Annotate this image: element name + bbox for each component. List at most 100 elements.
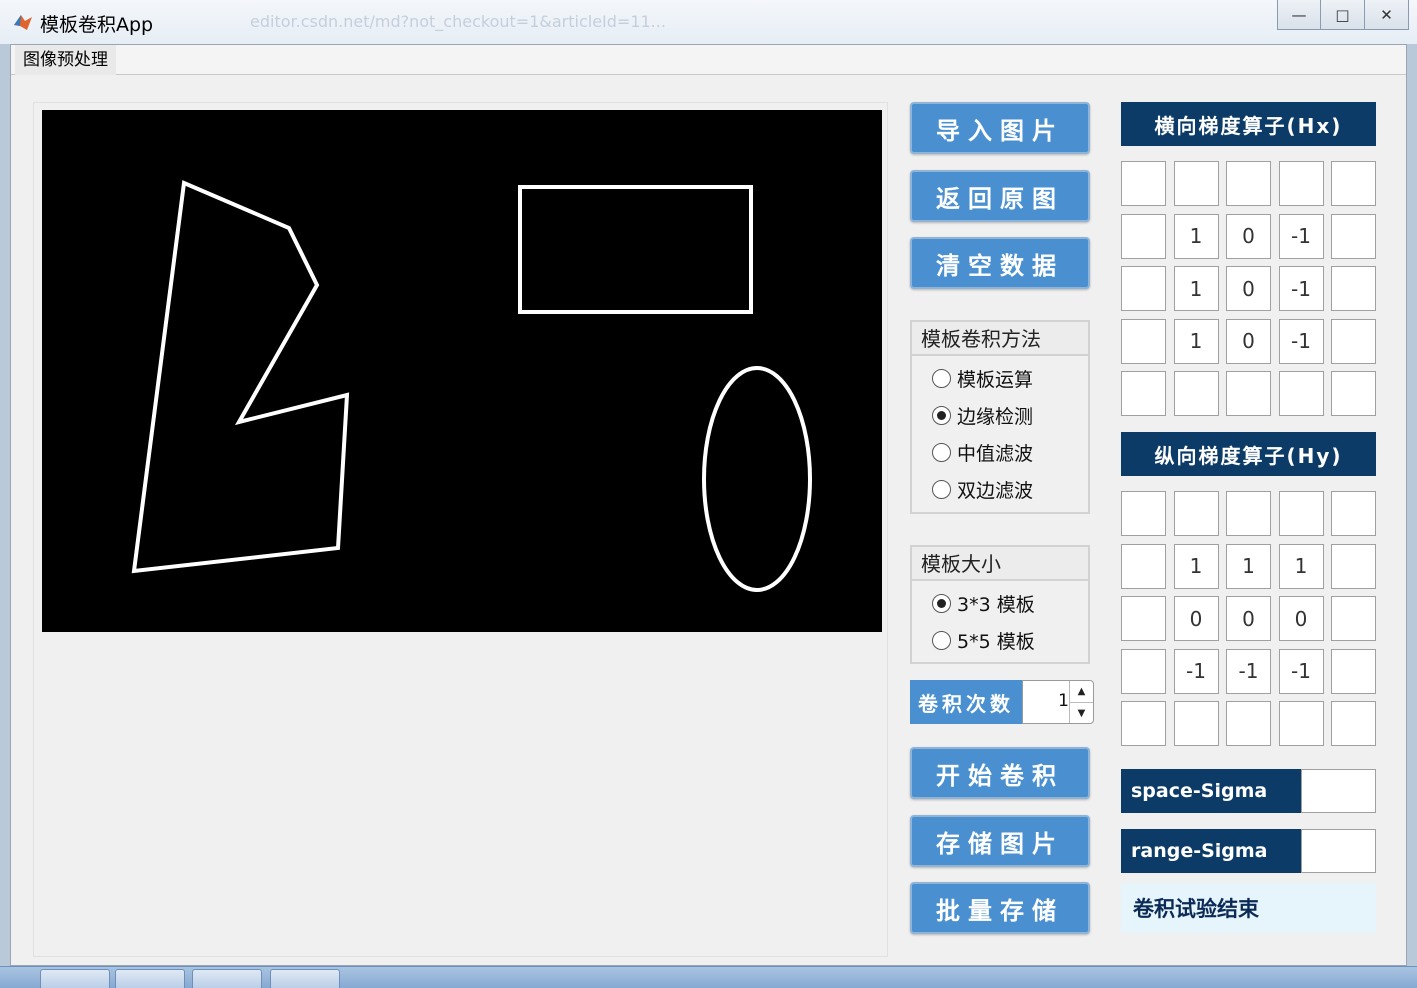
hx-cell[interactable] [1121,213,1166,259]
radio-button-icon[interactable] [932,443,951,462]
hy-cell[interactable] [1121,648,1166,694]
hx-cell[interactable] [1331,266,1376,311]
conv-count-label: 卷积次数 [910,680,1022,724]
import-image-button[interactable]: 导入图片 [910,102,1090,154]
method-option-label: 边缘检测 [957,406,1034,428]
range-sigma-label: range-Sigma [1121,829,1301,873]
minimize-button[interactable]: — [1277,0,1321,30]
hx-cell[interactable] [1331,161,1376,206]
hy-cell[interactable]: 0 [1278,596,1324,641]
batch-save-button[interactable]: 批量存储 [910,882,1090,934]
start-convolution-button[interactable]: 开始卷积 [910,747,1090,799]
space-sigma-input[interactable] [1301,769,1376,813]
hy-cell[interactable] [1331,543,1376,589]
hx-cell[interactable] [1121,371,1166,416]
hx-cell[interactable]: 0 [1226,213,1271,259]
hx-header: 横向梯度算子(Hx) [1121,102,1376,146]
hx-cell[interactable] [1121,318,1166,364]
hx-cell[interactable] [1331,371,1376,416]
method-option-label: 中值滤波 [957,443,1034,465]
hx-cell[interactable]: 1 [1173,318,1219,364]
background-url-ghost: editor.csdn.net/md?not_checkout=1&articl… [250,12,666,31]
spinner-down-icon[interactable]: ▼ [1070,702,1093,723]
hx-cell[interactable]: 0 [1226,318,1271,364]
template-size-option-1[interactable]: 5*5 模板 [912,622,1088,659]
image-display [42,110,882,632]
taskbar-app-4[interactable] [270,969,340,988]
hy-cell[interactable] [1331,596,1376,641]
radio-button-icon[interactable] [932,369,951,388]
radio-button-icon[interactable] [932,406,951,425]
radio-button-icon[interactable] [932,480,951,499]
range-sigma-input[interactable] [1301,829,1376,873]
hy-cell[interactable] [1121,701,1166,746]
hy-cell[interactable] [1121,596,1166,641]
hx-cell[interactable]: 1 [1173,213,1219,259]
hx-matrix: 1 0 -1 1 0 -1 1 0 -1 [1121,161,1376,416]
hx-cell[interactable] [1331,318,1376,364]
hy-cell[interactable] [1278,701,1324,746]
restore-original-button[interactable]: 返回原图 [910,170,1090,222]
hy-cell[interactable] [1121,491,1166,536]
clear-data-button[interactable]: 清空数据 [910,237,1090,289]
spinner-up-icon[interactable]: ▲ [1070,681,1093,702]
hx-cell[interactable] [1226,161,1271,206]
hy-header: 纵向梯度算子(Hy) [1121,432,1376,476]
hx-cell[interactable]: -1 [1278,318,1324,364]
method-option-2[interactable]: 中值滤波 [912,434,1088,471]
hy-cell[interactable]: 1 [1226,543,1271,589]
hy-cell[interactable] [1173,491,1219,536]
hx-cell[interactable] [1278,161,1324,206]
hx-cell[interactable]: -1 [1278,213,1324,259]
hy-cell[interactable] [1278,491,1324,536]
method-option-0[interactable]: 模板运算 [912,360,1088,397]
hx-cell[interactable] [1278,371,1324,416]
template-size-option-label: 3*3 模板 [957,594,1035,616]
hx-cell[interactable] [1121,266,1166,311]
radio-button-icon[interactable] [932,631,951,650]
save-image-button[interactable]: 存储图片 [910,815,1090,867]
space-sigma-label: space-Sigma [1121,769,1301,813]
ellipse-shape-outline [702,366,812,592]
hy-cell[interactable] [1331,701,1376,746]
spinner-arrows: ▲ ▼ [1069,681,1093,723]
hx-cell[interactable] [1121,161,1166,206]
hy-cell[interactable]: -1 [1173,648,1219,694]
hy-cell[interactable] [1226,701,1271,746]
hy-cell[interactable] [1121,543,1166,589]
edge-image [131,180,812,592]
radio-button-icon[interactable] [932,594,951,613]
hx-cell[interactable] [1331,213,1376,259]
close-button[interactable]: ✕ [1365,0,1409,30]
hy-cell[interactable] [1173,701,1219,746]
method-option-3[interactable]: 双边滤波 [912,471,1088,508]
hx-cell[interactable] [1173,161,1219,206]
hy-cell[interactable]: -1 [1226,648,1271,694]
hx-cell[interactable]: 1 [1173,266,1219,311]
taskbar-app-2[interactable] [115,969,185,988]
hy-cell[interactable]: 0 [1173,596,1219,641]
method-option-1[interactable]: 边缘检测 [912,397,1088,434]
conv-count-value[interactable]: 1 [1058,691,1069,711]
conv-count-spinner[interactable]: 1 ▲ ▼ [1022,680,1094,724]
rectangle-shape-outline [518,185,753,314]
hy-matrix: 1 1 1 0 0 0 -1 -1 -1 [1121,491,1376,746]
template-size-option-0[interactable]: 3*3 模板 [912,585,1088,622]
taskbar [0,966,1417,988]
menu-image-preprocess[interactable]: 图像预处理 [15,45,116,75]
hx-cell[interactable] [1173,371,1219,416]
hx-cell[interactable]: -1 [1278,266,1324,311]
hy-cell[interactable]: 1 [1278,543,1324,589]
taskbar-app-1[interactable] [40,969,110,988]
taskbar-app-3[interactable] [192,969,262,988]
hy-cell[interactable]: 1 [1173,543,1219,589]
hy-cell[interactable]: 0 [1226,596,1271,641]
hy-cell[interactable] [1331,491,1376,536]
hy-cell[interactable] [1331,648,1376,694]
hx-cell[interactable]: 0 [1226,266,1271,311]
hy-cell[interactable] [1226,491,1271,536]
hx-cell[interactable] [1226,371,1271,416]
maximize-button[interactable]: □ [1321,0,1365,30]
hy-cell[interactable]: -1 [1278,648,1324,694]
title-bar[interactable]: 模板卷积App editor.csdn.net/md?not_checkout=… [0,0,1417,44]
